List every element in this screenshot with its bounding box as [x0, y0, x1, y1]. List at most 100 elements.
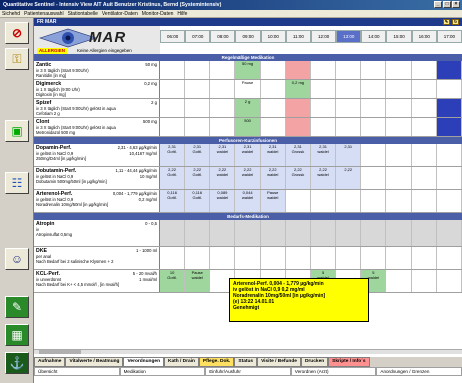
med-cell[interactable] [437, 270, 462, 292]
med-cell[interactable]: Pause waidel [185, 270, 211, 292]
time-slot[interactable]: 07:00 [185, 30, 211, 43]
menu-item[interactable]: Patientenauswahl [24, 10, 63, 17]
med-cell[interactable] [160, 247, 186, 269]
med-cell[interactable] [386, 99, 412, 117]
med-label[interactable]: Zantic 50 mg iv 3 X täglich (Start 9:00Uhr… [34, 61, 160, 79]
med-cell[interactable] [386, 167, 412, 189]
med-cell[interactable] [386, 61, 412, 79]
med-cell[interactable]: 2,31 waidel [260, 144, 286, 166]
med-cell[interactable]: 2,22 Gottl. [160, 167, 186, 189]
subtab-2[interactable]: Einfuhr/Ausfuhr [205, 367, 291, 376]
med-label[interactable]: Atropin 0 - 0,5 iv Atropinsulfat 0,5mg [34, 220, 160, 246]
med-cell[interactable] [386, 247, 412, 269]
med-cell[interactable] [261, 61, 286, 79]
med-cell[interactable] [210, 99, 236, 117]
tab-5[interactable]: Status [234, 357, 258, 367]
time-slot[interactable]: 17:00 [436, 30, 462, 43]
med-cell[interactable] [437, 247, 462, 269]
med-cell[interactable] [336, 247, 362, 269]
med-cell[interactable] [311, 247, 337, 269]
subtab-3[interactable]: Verordnen (Arzt) [290, 367, 377, 376]
med-cell[interactable] [185, 118, 211, 136]
time-slot[interactable]: 06:00 [160, 30, 186, 43]
med-cell[interactable] [412, 99, 437, 117]
med-cell[interactable] [361, 99, 387, 117]
tab-2[interactable]: Verordnungen [123, 357, 164, 367]
med-cell[interactable]: 0,2 mg [285, 80, 311, 98]
edit-icon-button[interactable]: ✎ [5, 296, 29, 318]
med-cell[interactable] [386, 144, 412, 166]
med-cell[interactable] [386, 270, 412, 292]
horizontal-scrollbar[interactable] [34, 349, 462, 354]
subtab-0[interactable]: Übersicht [34, 367, 120, 376]
med-cell[interactable] [361, 80, 387, 98]
med-cell[interactable] [285, 99, 311, 117]
med-cell[interactable] [361, 167, 387, 189]
med-cell[interactable] [185, 61, 211, 79]
med-label[interactable]: KCL-Perf. 5 - 20 mval/h iv unverdünnt Nach … [34, 270, 160, 292]
medication-icon-button[interactable]: ▣ [5, 120, 29, 142]
med-cell[interactable] [412, 247, 437, 269]
med-cell[interactable] [235, 220, 261, 246]
scrollbar-thumb[interactable] [39, 350, 81, 354]
med-cell[interactable]: 2,31 [336, 144, 362, 166]
med-cell[interactable] [210, 61, 236, 79]
time-slot[interactable]: 10:00 [260, 30, 286, 43]
med-cell[interactable] [336, 118, 362, 136]
med-cell[interactable] [185, 80, 211, 98]
anchor-icon-button[interactable]: ⚓ [5, 352, 29, 374]
med-cell[interactable] [311, 80, 337, 98]
med-cell[interactable] [311, 99, 337, 117]
med-cell[interactable] [412, 144, 437, 166]
med-cell[interactable] [386, 190, 412, 212]
med-cell[interactable] [412, 270, 437, 292]
med-cell[interactable] [210, 80, 236, 98]
med-cell[interactable]: 2,31 waidel [210, 144, 236, 166]
med-cell[interactable] [336, 220, 362, 246]
med-cell[interactable]: 0,044 waidel [235, 190, 261, 212]
close-button[interactable]: × [452, 1, 460, 8]
med-cell[interactable] [412, 190, 437, 212]
time-slot[interactable]: 16:00 [411, 30, 437, 43]
med-cell[interactable] [361, 247, 387, 269]
maximize-button[interactable]: □ [443, 1, 451, 8]
grid-icon-button[interactable]: ▦ [5, 324, 29, 346]
med-cell[interactable] [185, 220, 211, 246]
med-cell[interactable] [285, 118, 311, 136]
med-cell[interactable] [361, 61, 387, 79]
med-cell[interactable] [286, 247, 311, 269]
med-label[interactable]: Digimerck 0,2 mg iv 1 X täglich (9:00 Uhr)… [34, 80, 160, 98]
med-cell[interactable] [160, 61, 186, 79]
minimize-button[interactable]: _ [434, 1, 442, 8]
med-cell[interactable]: 2,31 Grossk [285, 144, 311, 166]
med-cell[interactable] [437, 144, 462, 166]
med-cell[interactable]: 0,089 waidel [210, 190, 236, 212]
med-label[interactable]: DKE 1 - 1000 ml per anal Nach Bedarf bei 2 … [34, 247, 160, 269]
med-cell[interactable] [436, 61, 462, 79]
med-cell[interactable] [361, 118, 387, 136]
med-cell[interactable] [261, 80, 286, 98]
med-cell[interactable]: 2,22 Gottl. [185, 167, 211, 189]
no-entry-icon-button[interactable]: ⊘ [5, 22, 29, 44]
med-cell[interactable] [210, 220, 236, 246]
med-cell[interactable] [160, 220, 186, 246]
med-cell[interactable] [261, 99, 286, 117]
med-cell[interactable] [311, 190, 337, 212]
med-cell[interactable] [436, 99, 462, 117]
time-slot[interactable]: 11:00 [285, 30, 311, 43]
med-cell[interactable] [412, 167, 437, 189]
med-cell[interactable]: Pause [235, 80, 261, 98]
med-cell[interactable]: 50 mg [235, 61, 261, 79]
med-cell[interactable]: 500 [235, 118, 261, 136]
med-cell[interactable] [311, 118, 337, 136]
med-cell[interactable] [210, 118, 236, 136]
tab-3[interactable]: Kath / Drain [164, 357, 199, 367]
tab-7[interactable]: Drucken [300, 357, 329, 367]
med-cell[interactable] [361, 220, 387, 246]
med-cell[interactable] [261, 247, 286, 269]
med-cell[interactable]: 10 Gottl. [160, 270, 186, 292]
med-cell[interactable] [185, 247, 211, 269]
med-cell[interactable]: 2,22 waidel [235, 167, 261, 189]
menu-item[interactable]: Stationtabelle [68, 10, 98, 17]
med-cell[interactable] [261, 118, 286, 136]
